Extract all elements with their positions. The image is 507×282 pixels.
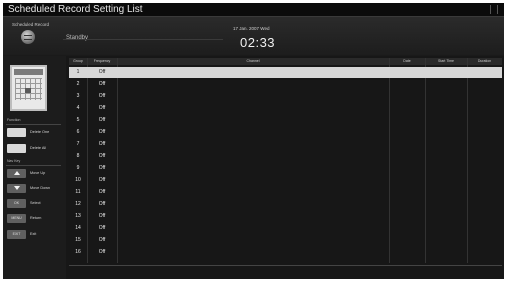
frequency-cell: Off xyxy=(98,201,106,207)
group-cell: 1 xyxy=(76,69,80,75)
group-cell: 4 xyxy=(76,105,80,111)
table-row[interactable]: 13 Off xyxy=(69,211,502,222)
frequency-cell: Off xyxy=(98,105,106,111)
return-label: Return xyxy=(30,216,42,220)
frequency-cell: Off xyxy=(98,165,106,171)
column-header-duration: Duration xyxy=(477,59,492,63)
table-row[interactable]: 2 Off xyxy=(69,79,502,90)
frequency-cell: Off xyxy=(98,249,106,255)
table-row[interactable]: 12 Off xyxy=(69,199,502,210)
delete-one-label: Delete One xyxy=(30,130,50,134)
calendar-icon xyxy=(10,65,47,111)
table-row[interactable]: 8 Off xyxy=(69,151,502,162)
table-row[interactable]: 5 Off xyxy=(69,115,502,126)
divider xyxy=(6,165,61,166)
frequency-cell: Off xyxy=(98,153,106,159)
table-row[interactable]: 16 Off xyxy=(69,247,502,258)
menu-button[interactable]: MENU xyxy=(7,214,26,223)
column-header-date: Date xyxy=(403,59,411,63)
sidebar: Function Delete One Delete All Nav Key M… xyxy=(3,56,66,279)
table-row[interactable]: 1 Off xyxy=(69,67,502,78)
group-cell: 13 xyxy=(75,213,81,219)
globe-icon xyxy=(21,30,35,44)
group-cell: 16 xyxy=(75,249,81,255)
group-cell: 3 xyxy=(76,93,80,99)
frequency-cell: Off xyxy=(98,81,106,87)
table-row[interactable]: 11 Off xyxy=(69,187,502,198)
column-header-channel: Channel xyxy=(246,59,260,63)
delete-all-label: Delete All xyxy=(30,146,47,150)
frequency-cell: Off xyxy=(98,189,106,195)
frequency-cell: Off xyxy=(98,141,106,147)
exit-button[interactable]: EXIT xyxy=(7,230,26,239)
group-cell: 2 xyxy=(76,81,80,87)
frequency-cell: Off xyxy=(98,213,106,219)
frequency-cell: Off xyxy=(98,93,106,99)
header-divider xyxy=(63,39,223,40)
table-row[interactable]: 6 Off xyxy=(69,127,502,138)
move-down-label: Move Down xyxy=(30,186,51,190)
tv-screen: Scheduled Record Setting List Scheduled … xyxy=(3,3,504,279)
grip-icon xyxy=(490,5,498,14)
group-cell: 7 xyxy=(76,141,80,147)
function-label: Function xyxy=(7,118,21,122)
move-down-button[interactable] xyxy=(7,184,26,193)
window-title: Scheduled Record Setting List xyxy=(8,4,143,15)
table-row[interactable]: 10 Off xyxy=(69,175,502,186)
mode-label: Scheduled Record xyxy=(12,22,50,27)
table-row[interactable]: 4 Off xyxy=(69,103,502,114)
group-cell: 8 xyxy=(76,153,80,159)
group-cell: 6 xyxy=(76,129,80,135)
table-bottom-line xyxy=(69,265,502,266)
ok-button[interactable]: OK xyxy=(7,199,26,208)
move-up-label: Move Up xyxy=(30,171,46,175)
group-cell: 15 xyxy=(75,237,81,243)
select-label: Select xyxy=(30,201,41,205)
up-arrow-icon xyxy=(13,171,20,176)
delete-all-button[interactable] xyxy=(7,144,26,153)
table-row[interactable]: 15 Off xyxy=(69,235,502,246)
group-cell: 9 xyxy=(76,165,80,171)
column-header-start-time: Start Time xyxy=(438,59,454,63)
frequency-cell: Off xyxy=(98,225,106,231)
table-row[interactable]: 3 Off xyxy=(69,91,502,102)
header: Scheduled Record Standby 17 Jan. 2007 We… xyxy=(3,17,504,55)
table-row[interactable]: 14 Off xyxy=(69,223,502,234)
group-cell: 12 xyxy=(75,201,81,207)
frequency-cell: Off xyxy=(98,237,106,243)
date-text: 17 Jan. 2007 Wed xyxy=(233,26,270,31)
clock-time: 02:33 xyxy=(240,35,276,50)
group-cell: 5 xyxy=(76,117,80,123)
status-text: Standby xyxy=(66,35,89,41)
group-cell: 11 xyxy=(75,189,81,195)
table-row[interactable]: 9 Off xyxy=(69,163,502,174)
frequency-cell: Off xyxy=(98,117,106,123)
group-cell: 14 xyxy=(75,225,81,231)
divider xyxy=(6,124,61,125)
down-arrow-icon xyxy=(13,186,20,191)
frequency-cell: Off xyxy=(98,69,106,75)
title-bar: Scheduled Record Setting List xyxy=(3,3,504,17)
schedule-table: Group Frequency Channel Date Start Time … xyxy=(66,56,504,279)
frequency-cell: Off xyxy=(98,129,106,135)
exit-label: Exit xyxy=(30,232,37,236)
frequency-cell: Off xyxy=(98,177,106,183)
delete-one-button[interactable] xyxy=(7,128,26,137)
table-row[interactable]: 7 Off xyxy=(69,139,502,150)
table-header: Group Frequency Channel Date Start Time … xyxy=(69,58,502,65)
group-cell: 10 xyxy=(75,177,81,183)
column-header-group: Group xyxy=(73,59,83,63)
move-up-button[interactable] xyxy=(7,169,26,178)
column-header-frequency: Frequency xyxy=(93,59,111,63)
nav-key-label: Nav Key xyxy=(7,159,21,163)
